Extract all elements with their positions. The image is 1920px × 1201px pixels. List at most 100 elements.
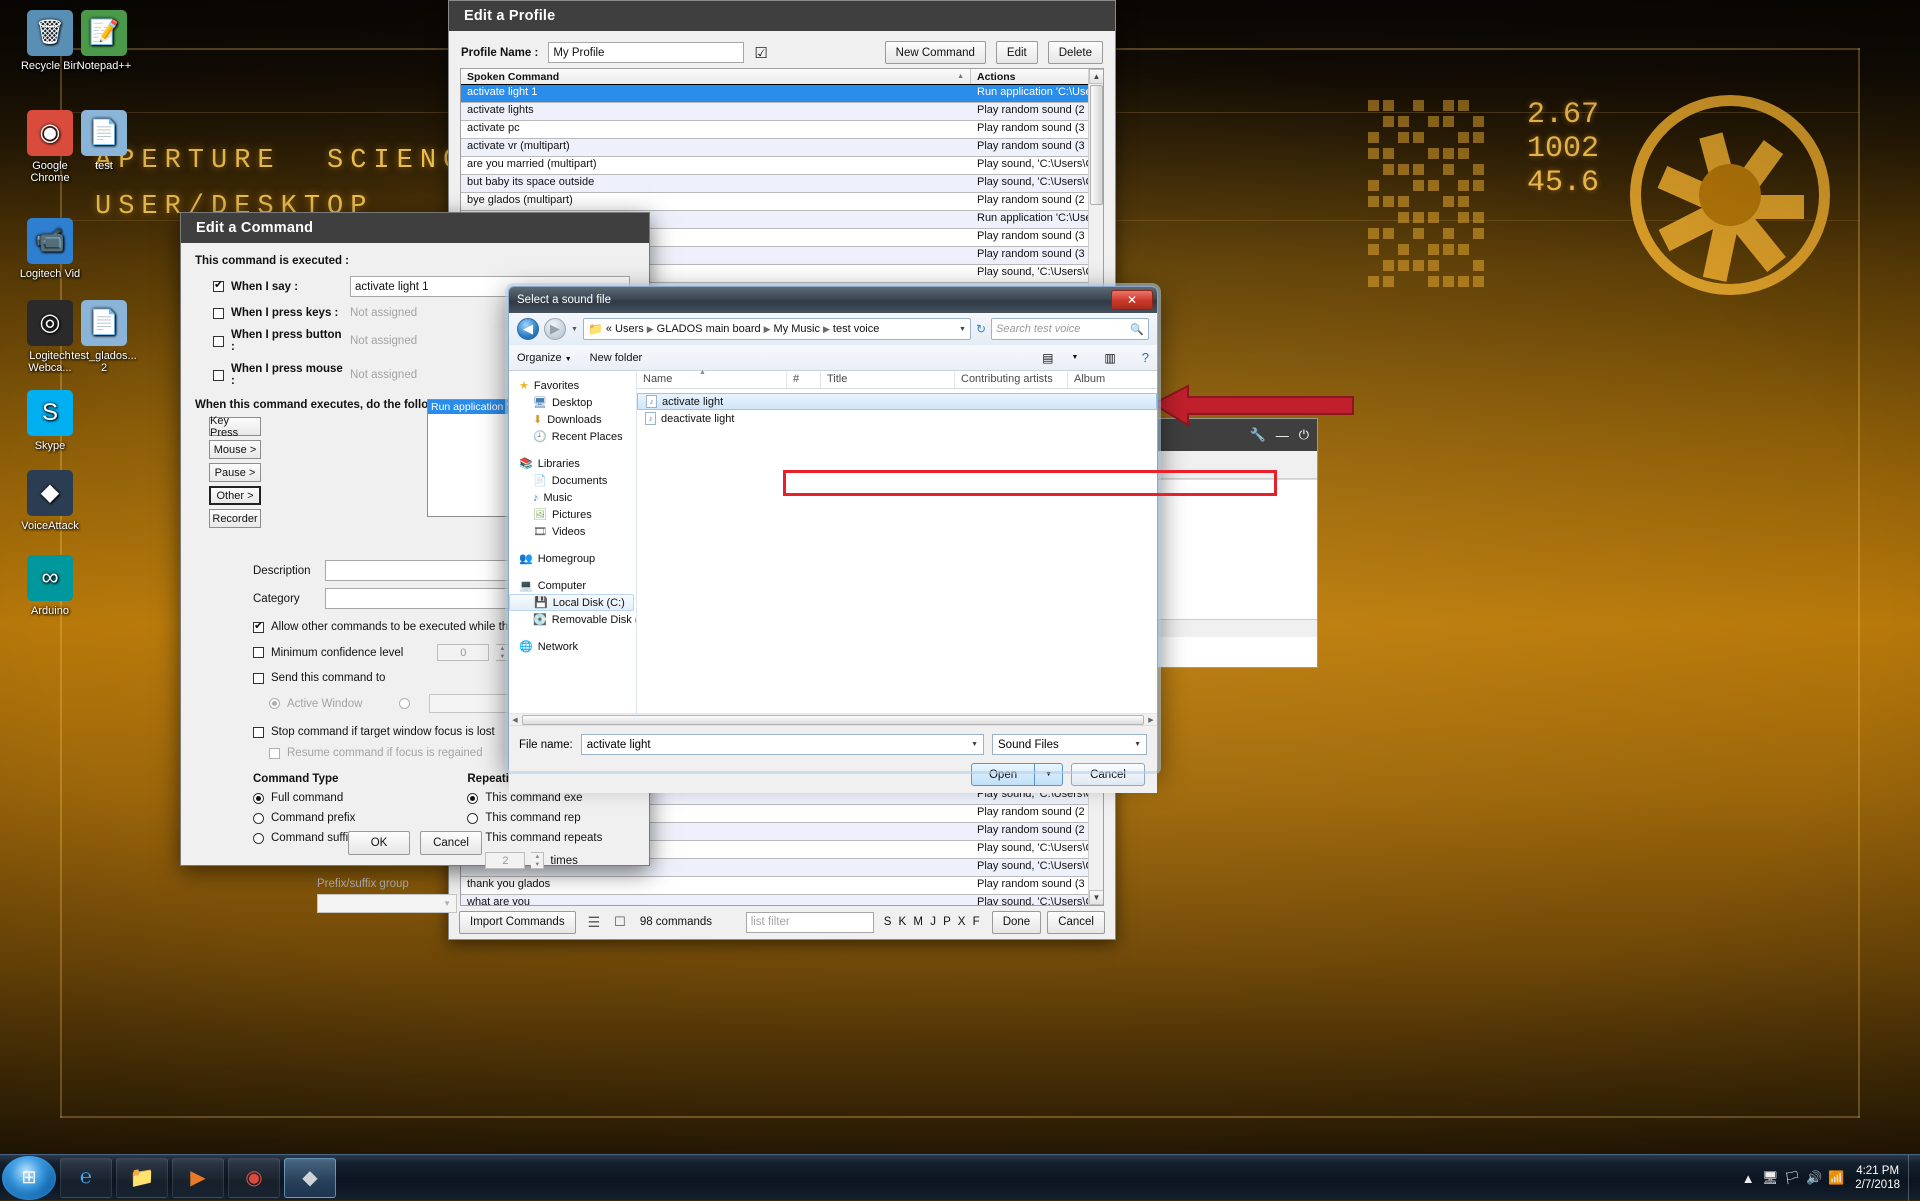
scroll-up-arrow-icon[interactable]: ▲ <box>1089 69 1104 84</box>
nav-item-documents[interactable]: 📄Documents <box>509 472 636 489</box>
sequence-button-mouse[interactable]: Mouse > <box>209 440 261 459</box>
view-mode-icon[interactable]: ▤ <box>1042 351 1053 365</box>
desktop-icon-arduino[interactable]: ∞Arduino <box>6 555 94 617</box>
signal-icon[interactable]: 📶 <box>1825 1170 1847 1186</box>
column-header-contributing-artists[interactable]: Contributing artists <box>955 371 1068 388</box>
show-desktop-button[interactable] <box>1908 1155 1914 1201</box>
forward-arrow-icon[interactable]: ▶ <box>544 318 566 340</box>
help-icon[interactable]: ? <box>1142 350 1149 365</box>
active-window-radio[interactable] <box>269 698 280 709</box>
chevron-down-icon[interactable]: ▼ <box>971 741 978 748</box>
column-header-title[interactable]: Title <box>821 371 955 388</box>
desktop-icon-logitech-vid[interactable]: 📹Logitech Vid <box>6 218 94 280</box>
command-type-option[interactable]: Full command <box>253 792 355 804</box>
resume-on-focus-checkbox[interactable] <box>269 748 280 759</box>
sequence-button-pause[interactable]: Pause > <box>209 463 261 482</box>
table-row[interactable]: activate light 1Run application 'C:\User… <box>461 85 1103 103</box>
nav-item-network[interactable]: 🌐Network <box>509 638 636 655</box>
file-type-select[interactable]: Sound Files ▼ <box>992 734 1147 755</box>
refresh-icon[interactable]: ↻ <box>976 322 986 336</box>
description-input[interactable] <box>325 560 537 581</box>
profile-name-input[interactable]: My Profile <box>548 42 744 63</box>
letter-index[interactable]: S K M J P X F <box>884 916 982 928</box>
nav-item-libraries[interactable]: 📚Libraries <box>509 455 636 472</box>
chevron-down-icon[interactable]: ▼ <box>1134 741 1141 748</box>
table-row[interactable]: are you married (multipart)Play sound, '… <box>461 157 1103 175</box>
trigger-checkbox-3[interactable] <box>213 370 224 381</box>
taskbar-item-voiceattack[interactable]: ◆ <box>284 1158 336 1198</box>
nav-item-removable-disk-e[interactable]: 💽Removable Disk (E:) <box>509 611 636 628</box>
file-name-input[interactable]: activate light ▼ <box>581 734 984 755</box>
taskbar-item-windows-explorer[interactable]: 📁 <box>116 1158 168 1198</box>
back-arrow-icon[interactable]: ◀ <box>517 318 539 340</box>
desktop-icon-voiceattack[interactable]: ◆VoiceAttack <box>6 470 94 532</box>
desktop-icon-skype[interactable]: SSkype <box>6 390 94 452</box>
breadcrumb-item-users[interactable]: Users <box>615 323 644 335</box>
nav-item-recent-places[interactable]: 🕘Recent Places <box>509 428 636 445</box>
taskbar-items[interactable]: ℮📁▶◉◆ <box>56 1158 336 1198</box>
breadcrumb-dropdown-icon[interactable]: ▼ <box>959 326 966 333</box>
new-command-button[interactable]: New Command <box>885 41 986 64</box>
trigger-checkbox-0[interactable] <box>213 281 224 292</box>
cancel-command-button[interactable]: Cancel <box>420 831 482 855</box>
file-dialog-file-list[interactable]: Name ▲ # Title Contributing artists Albu… <box>637 371 1157 713</box>
nav-item-videos[interactable]: 🎞Videos <box>509 523 636 540</box>
recent-pages-chevron-icon[interactable]: ▼ <box>571 326 578 333</box>
trigger-checkbox-1[interactable] <box>213 308 224 319</box>
taskbar-item-media-player[interactable]: ▶ <box>172 1158 224 1198</box>
footer-checkbox[interactable]: ☐ <box>614 914 626 930</box>
table-row[interactable]: activate pcPlay random sound (3 items... <box>461 121 1103 139</box>
nav-item-homegroup[interactable]: 👥Homegroup <box>509 550 636 567</box>
scroll-down-arrow-icon[interactable]: ▼ <box>1089 890 1104 905</box>
table-row[interactable]: activate vr (multipart)Play random sound… <box>461 139 1103 157</box>
cancel-file-button[interactable]: Cancel <box>1071 763 1145 786</box>
close-icon[interactable]: ✕ <box>1111 290 1153 310</box>
scroll-left-arrow-icon[interactable]: ◀ <box>509 716 521 724</box>
nav-item-favorites[interactable]: ★Favorites <box>509 377 636 394</box>
breadcrumb[interactable]: 📁 « Users ▶ GLADOS main board ▶ My Music… <box>583 318 971 340</box>
list-view-icon[interactable]: ☰ <box>588 914 601 931</box>
network-tray-icon[interactable]: 🖥 <box>1759 1170 1781 1186</box>
nav-item-downloads[interactable]: ⬇Downloads <box>509 411 636 428</box>
desktop-icon-test-file[interactable]: 📄test <box>60 110 148 172</box>
list-filter-input[interactable]: list filter <box>746 912 874 933</box>
view-mode-chevron-icon[interactable]: ▼ <box>1071 354 1078 361</box>
command-type-option[interactable]: Command prefix <box>253 812 355 824</box>
profile-confirm-check-icon[interactable]: ☑ <box>754 44 767 62</box>
sequence-button-recorder[interactable]: Recorder <box>209 509 261 528</box>
repeating-radio-0[interactable] <box>467 793 478 804</box>
column-header-actions[interactable]: Actions <box>971 69 1103 84</box>
repeating-radio-1[interactable] <box>467 813 478 824</box>
file-list-item[interactable]: ♪activate light <box>637 393 1157 410</box>
taskbar-item-google-chrome[interactable]: ◉ <box>228 1158 280 1198</box>
scroll-thumb[interactable] <box>1090 85 1103 205</box>
show-hidden-icons-icon[interactable]: ▲ <box>1737 1171 1759 1186</box>
breadcrumb-item-my-music[interactable]: My Music <box>774 323 820 335</box>
table-row[interactable]: but baby its space outsidePlay sound, 'C… <box>461 175 1103 193</box>
file-list-horizontal-scrollbar[interactable]: ◀ ▶ <box>509 713 1157 725</box>
new-folder-button[interactable]: New folder <box>590 352 643 364</box>
import-commands-button[interactable]: Import Commands <box>459 911 576 934</box>
organize-menu[interactable]: Organize ▼ <box>517 352 572 364</box>
action-center-icon[interactable]: 🏳 <box>1781 1170 1803 1186</box>
column-header-spoken-command[interactable]: Spoken Command ▲ <box>461 69 971 84</box>
file-rows[interactable]: ♪activate light♪deactivate light <box>637 389 1157 427</box>
prefix-group-select[interactable]: ▼ <box>317 894 457 913</box>
nav-item-desktop[interactable]: 🖥Desktop <box>509 394 636 411</box>
command-type-radio-0[interactable] <box>253 793 264 804</box>
preview-pane-icon[interactable]: ▥ <box>1104 351 1115 365</box>
done-button[interactable]: Done <box>992 911 1042 934</box>
repeating-option[interactable]: This command exe <box>467 792 602 804</box>
cancel-profile-button[interactable]: Cancel <box>1047 911 1105 934</box>
ok-button[interactable]: OK <box>348 831 410 855</box>
column-header-name[interactable]: Name ▲ <box>637 371 787 388</box>
send-command-to-checkbox[interactable] <box>253 673 264 684</box>
breadcrumb-item-test-voice[interactable]: test voice <box>833 323 879 335</box>
desktop-icon-notepadpp[interactable]: 📝Notepad++ <box>60 10 148 72</box>
column-header-track-number[interactable]: # <box>787 371 821 388</box>
search-input[interactable]: Search test voice 🔍 <box>991 318 1149 340</box>
allow-other-commands-checkbox[interactable] <box>253 622 264 633</box>
file-list-item[interactable]: ♪deactivate light <box>637 410 1157 427</box>
scroll-right-arrow-icon[interactable]: ▶ <box>1145 716 1157 724</box>
category-input[interactable] <box>325 588 537 609</box>
